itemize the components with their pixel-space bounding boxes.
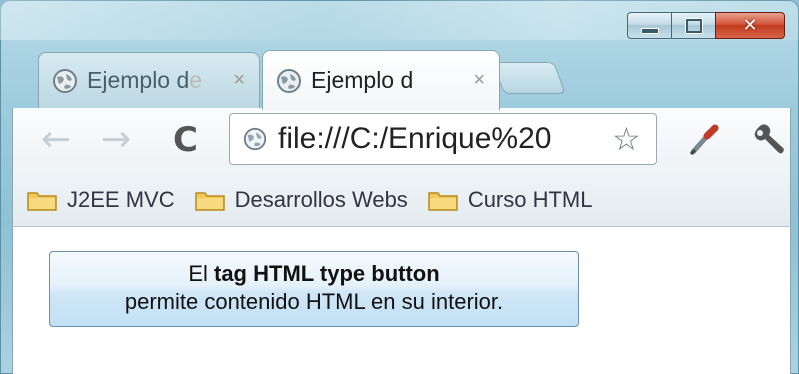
bookmark-j2ee-mvc[interactable]: J2EE MVC: [27, 187, 175, 213]
reload-icon[interactable]: C: [173, 120, 198, 160]
button-text-prefix: El: [188, 261, 214, 286]
folder-icon: [27, 192, 57, 211]
tab-ejemplo-1[interactable]: Ejemplo de ×: [38, 52, 260, 108]
maximize-icon: [685, 18, 702, 33]
tab-title: Ejemplo d: [87, 67, 190, 93]
window-controls: ✕: [627, 12, 785, 39]
button-line-1: El tag HTML type button: [50, 260, 578, 288]
toolbar: ← → C ☆: [12, 108, 791, 174]
bookmark-desarrollos-webs[interactable]: Desarrollos Webs: [194, 187, 408, 213]
folder-icon: [428, 192, 458, 211]
tab-title-fade: e: [189, 67, 203, 93]
bookmark-label: Desarrollos Webs: [234, 187, 408, 212]
maximize-button[interactable]: [671, 12, 715, 39]
page-content: El tag HTML type button permite contenid…: [12, 227, 791, 374]
tab-ejemplo-2[interactable]: Ejemplo d ×: [262, 50, 500, 110]
wrench-icon[interactable]: [748, 120, 788, 160]
minimize-icon: [640, 27, 659, 34]
globe-icon: [53, 68, 77, 93]
bookmark-label: J2EE MVC: [67, 187, 175, 212]
button-line-2: permite contenido HTML en su interior.: [124, 289, 504, 314]
browser-window: ✕ Ejemplo de × Ejemplo d × ← → C file://…: [0, 0, 799, 374]
close-window-button[interactable]: ✕: [715, 12, 785, 39]
back-icon[interactable]: ←: [41, 122, 71, 158]
tab-close-icon[interactable]: ×: [233, 69, 245, 92]
new-tab-button[interactable]: [492, 62, 566, 94]
address-bar[interactable]: ☆: [229, 113, 657, 165]
bookmark-curso-html[interactable]: Curso HTML: [428, 187, 593, 213]
globe-icon: [277, 68, 301, 93]
bookmark-label: Curso HTML: [467, 187, 593, 212]
tab-title: Ejemplo d: [311, 67, 414, 93]
tab-close-icon[interactable]: ×: [473, 69, 485, 92]
eyedropper-icon[interactable]: [683, 120, 723, 160]
close-icon: ✕: [742, 15, 758, 36]
bookmarks-bar: J2EE MVC Desarrollos Webs Curso HTML: [12, 174, 791, 227]
html-type-button[interactable]: El tag HTML type button permite contenid…: [49, 251, 579, 327]
button-text-bold: tag HTML type button: [214, 261, 440, 286]
page-icon: [243, 127, 267, 151]
folder-icon: [194, 192, 225, 211]
minimize-button[interactable]: [627, 12, 671, 39]
forward-icon[interactable]: →: [101, 122, 131, 158]
url-input[interactable]: [278, 122, 608, 156]
star-icon[interactable]: ☆: [612, 120, 641, 158]
